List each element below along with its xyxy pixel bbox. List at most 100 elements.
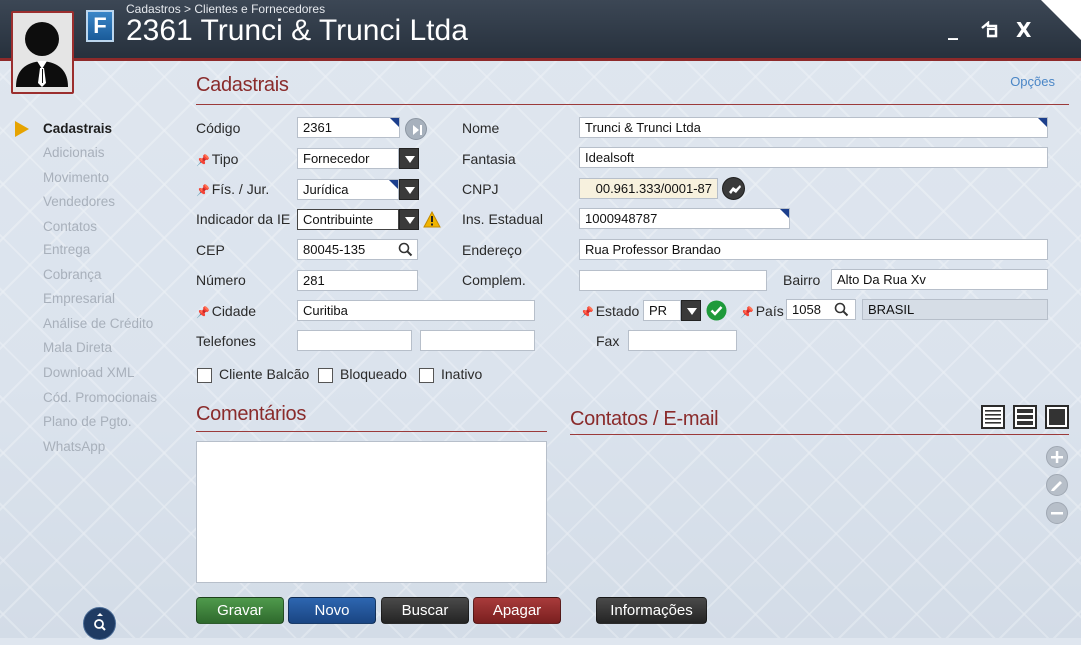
label-cidade: 📌 Cidade xyxy=(196,303,256,319)
section-divider xyxy=(196,104,1069,105)
label-fax: Fax xyxy=(596,333,620,349)
record-code: 2361 xyxy=(126,14,193,47)
search-icon[interactable] xyxy=(834,302,849,317)
codigo-value: 2361 xyxy=(303,120,332,135)
restore-button[interactable] xyxy=(980,20,1000,44)
pencil-icon xyxy=(1051,481,1062,491)
tipo-dropdown-icon[interactable] xyxy=(399,148,419,169)
sidebar-item-adicionais[interactable]: Adicionais xyxy=(43,145,105,160)
view-list-button[interactable] xyxy=(981,405,1005,429)
telefone-1-field[interactable] xyxy=(297,330,412,351)
fax-field[interactable] xyxy=(628,330,737,351)
minimize-button[interactable]: _ xyxy=(948,16,958,40)
pin-icon: 📌 xyxy=(196,185,210,197)
label-cep: CEP xyxy=(196,242,225,258)
nome-field[interactable]: Trunci & Trunci Ltda xyxy=(579,117,1048,138)
label-nome: Nome xyxy=(462,120,500,136)
novo-button[interactable]: Novo xyxy=(288,597,376,624)
endereco-field[interactable]: Rua Professor Brandao xyxy=(579,239,1048,260)
tipo-select[interactable]: Fornecedor xyxy=(297,148,399,169)
fis-jur-select[interactable]: Jurídica xyxy=(297,179,399,200)
add-contact-button[interactable] xyxy=(1046,446,1068,468)
skip-next-icon xyxy=(413,125,422,135)
section-title-cadastrais: Cadastrais xyxy=(196,74,289,96)
apagar-button[interactable]: Apagar xyxy=(473,597,561,624)
section-divider xyxy=(196,431,547,432)
view-cards-button[interactable] xyxy=(1045,405,1069,429)
title-bar-divider xyxy=(0,58,1081,61)
sidebar-item-whatsapp[interactable]: WhatsApp xyxy=(43,439,105,454)
sidebar-item-cobranca[interactable]: Cobrança xyxy=(43,267,102,282)
cnpj-lookup-button[interactable] xyxy=(722,177,745,200)
indicador-ie-dropdown-icon[interactable] xyxy=(399,209,419,230)
fis-jur-dropdown-icon[interactable] xyxy=(399,179,419,200)
label-endereco: Endereço xyxy=(462,242,522,258)
search-icon[interactable] xyxy=(398,242,413,257)
sidebar-item-empresarial[interactable]: Empresarial xyxy=(43,291,115,306)
informacoes-button[interactable]: Informações xyxy=(596,597,707,624)
label-codigo: Código xyxy=(196,120,241,136)
cliente-balcao-checkbox[interactable] xyxy=(197,368,212,383)
cnpj-field[interactable]: 00.961.333/0001-87 xyxy=(579,178,718,199)
sidebar-search-button[interactable] xyxy=(83,607,116,640)
bairro-field[interactable]: Alto Da Rua Xv xyxy=(831,269,1048,290)
plus-icon xyxy=(1051,451,1063,463)
pin-icon: 📌 xyxy=(580,307,594,319)
label-indicador-ie: Indicador da IE xyxy=(196,211,291,227)
sidebar-item-analise-credito[interactable]: Análise de Crédito xyxy=(43,316,153,331)
sidebar-item-movimento[interactable]: Movimento xyxy=(43,170,109,185)
inativo-checkbox[interactable] xyxy=(419,368,434,383)
indicador-ie-select[interactable]: Contribuinte xyxy=(297,209,399,230)
sidebar-item-plano-pgto[interactable]: Plano de Pgto. xyxy=(43,414,132,429)
section-title-comentarios: Comentários xyxy=(196,403,307,425)
sidebar-item-contatos[interactable]: Contatos xyxy=(43,219,97,234)
estado-select[interactable]: PR xyxy=(643,300,681,321)
pin-icon: 📌 xyxy=(740,307,754,319)
view-rows-button[interactable] xyxy=(1013,405,1037,429)
warning-icon[interactable] xyxy=(423,211,441,228)
fis-jur-value: Jurídica xyxy=(303,182,349,197)
label-estado: 📌 Estado xyxy=(580,303,639,319)
label-tipo: 📌 Tipo xyxy=(196,151,238,167)
cliente-balcao-label: Cliente Balcão xyxy=(219,366,310,382)
required-marker-icon xyxy=(390,118,399,127)
ins-estadual-field[interactable]: 1000948787 xyxy=(579,208,790,229)
card-icon xyxy=(1049,409,1065,425)
close-button[interactable]: X xyxy=(1016,18,1031,42)
gravar-button[interactable]: Gravar xyxy=(196,597,284,624)
list-lines-icon xyxy=(985,410,1001,424)
buscar-button[interactable]: Buscar xyxy=(381,597,469,624)
sidebar-item-cod-promocionais[interactable]: Cód. Promocionais xyxy=(43,390,157,405)
label-pais-text: País xyxy=(755,303,784,319)
sidebar-item-download-xml[interactable]: Download XML xyxy=(43,365,135,380)
sidebar-item-mala-direta[interactable]: Mala Direta xyxy=(43,340,112,355)
codigo-field[interactable]: 2361 xyxy=(297,117,400,138)
cidade-field[interactable]: Curitiba xyxy=(297,300,535,321)
complem-field[interactable] xyxy=(579,270,767,291)
next-code-button[interactable] xyxy=(405,118,427,140)
sidebar-item-vendedores[interactable]: Vendedores xyxy=(43,194,115,209)
search-icon xyxy=(94,613,106,631)
label-pais: 📌 País xyxy=(740,303,784,319)
comentarios-textarea[interactable] xyxy=(196,441,547,583)
ins-estadual-value: 1000948787 xyxy=(585,211,658,226)
bloqueado-checkbox[interactable] xyxy=(318,368,333,383)
label-numero: Número xyxy=(196,272,246,288)
sidebar-item-entrega[interactable]: Entrega xyxy=(43,242,90,257)
section-divider xyxy=(570,434,1069,435)
estado-dropdown-icon[interactable] xyxy=(681,300,701,321)
telefone-2-field[interactable] xyxy=(420,330,535,351)
options-link[interactable]: Opções xyxy=(1010,74,1055,89)
person-icon xyxy=(13,13,72,92)
sidebar-item-cadastrais[interactable]: Cadastrais xyxy=(43,121,112,136)
label-bairro: Bairro xyxy=(783,272,821,288)
remove-contact-button[interactable] xyxy=(1046,502,1068,524)
pin-icon: 📌 xyxy=(196,155,210,167)
numero-field[interactable]: 281 xyxy=(297,270,418,291)
hand-icon xyxy=(729,185,741,194)
fantasia-field[interactable]: Idealsoft xyxy=(579,147,1048,168)
required-marker-icon xyxy=(389,180,398,189)
avatar[interactable] xyxy=(11,11,74,94)
edit-contact-button[interactable] xyxy=(1046,474,1068,496)
label-fantasia: Fantasia xyxy=(462,151,516,167)
